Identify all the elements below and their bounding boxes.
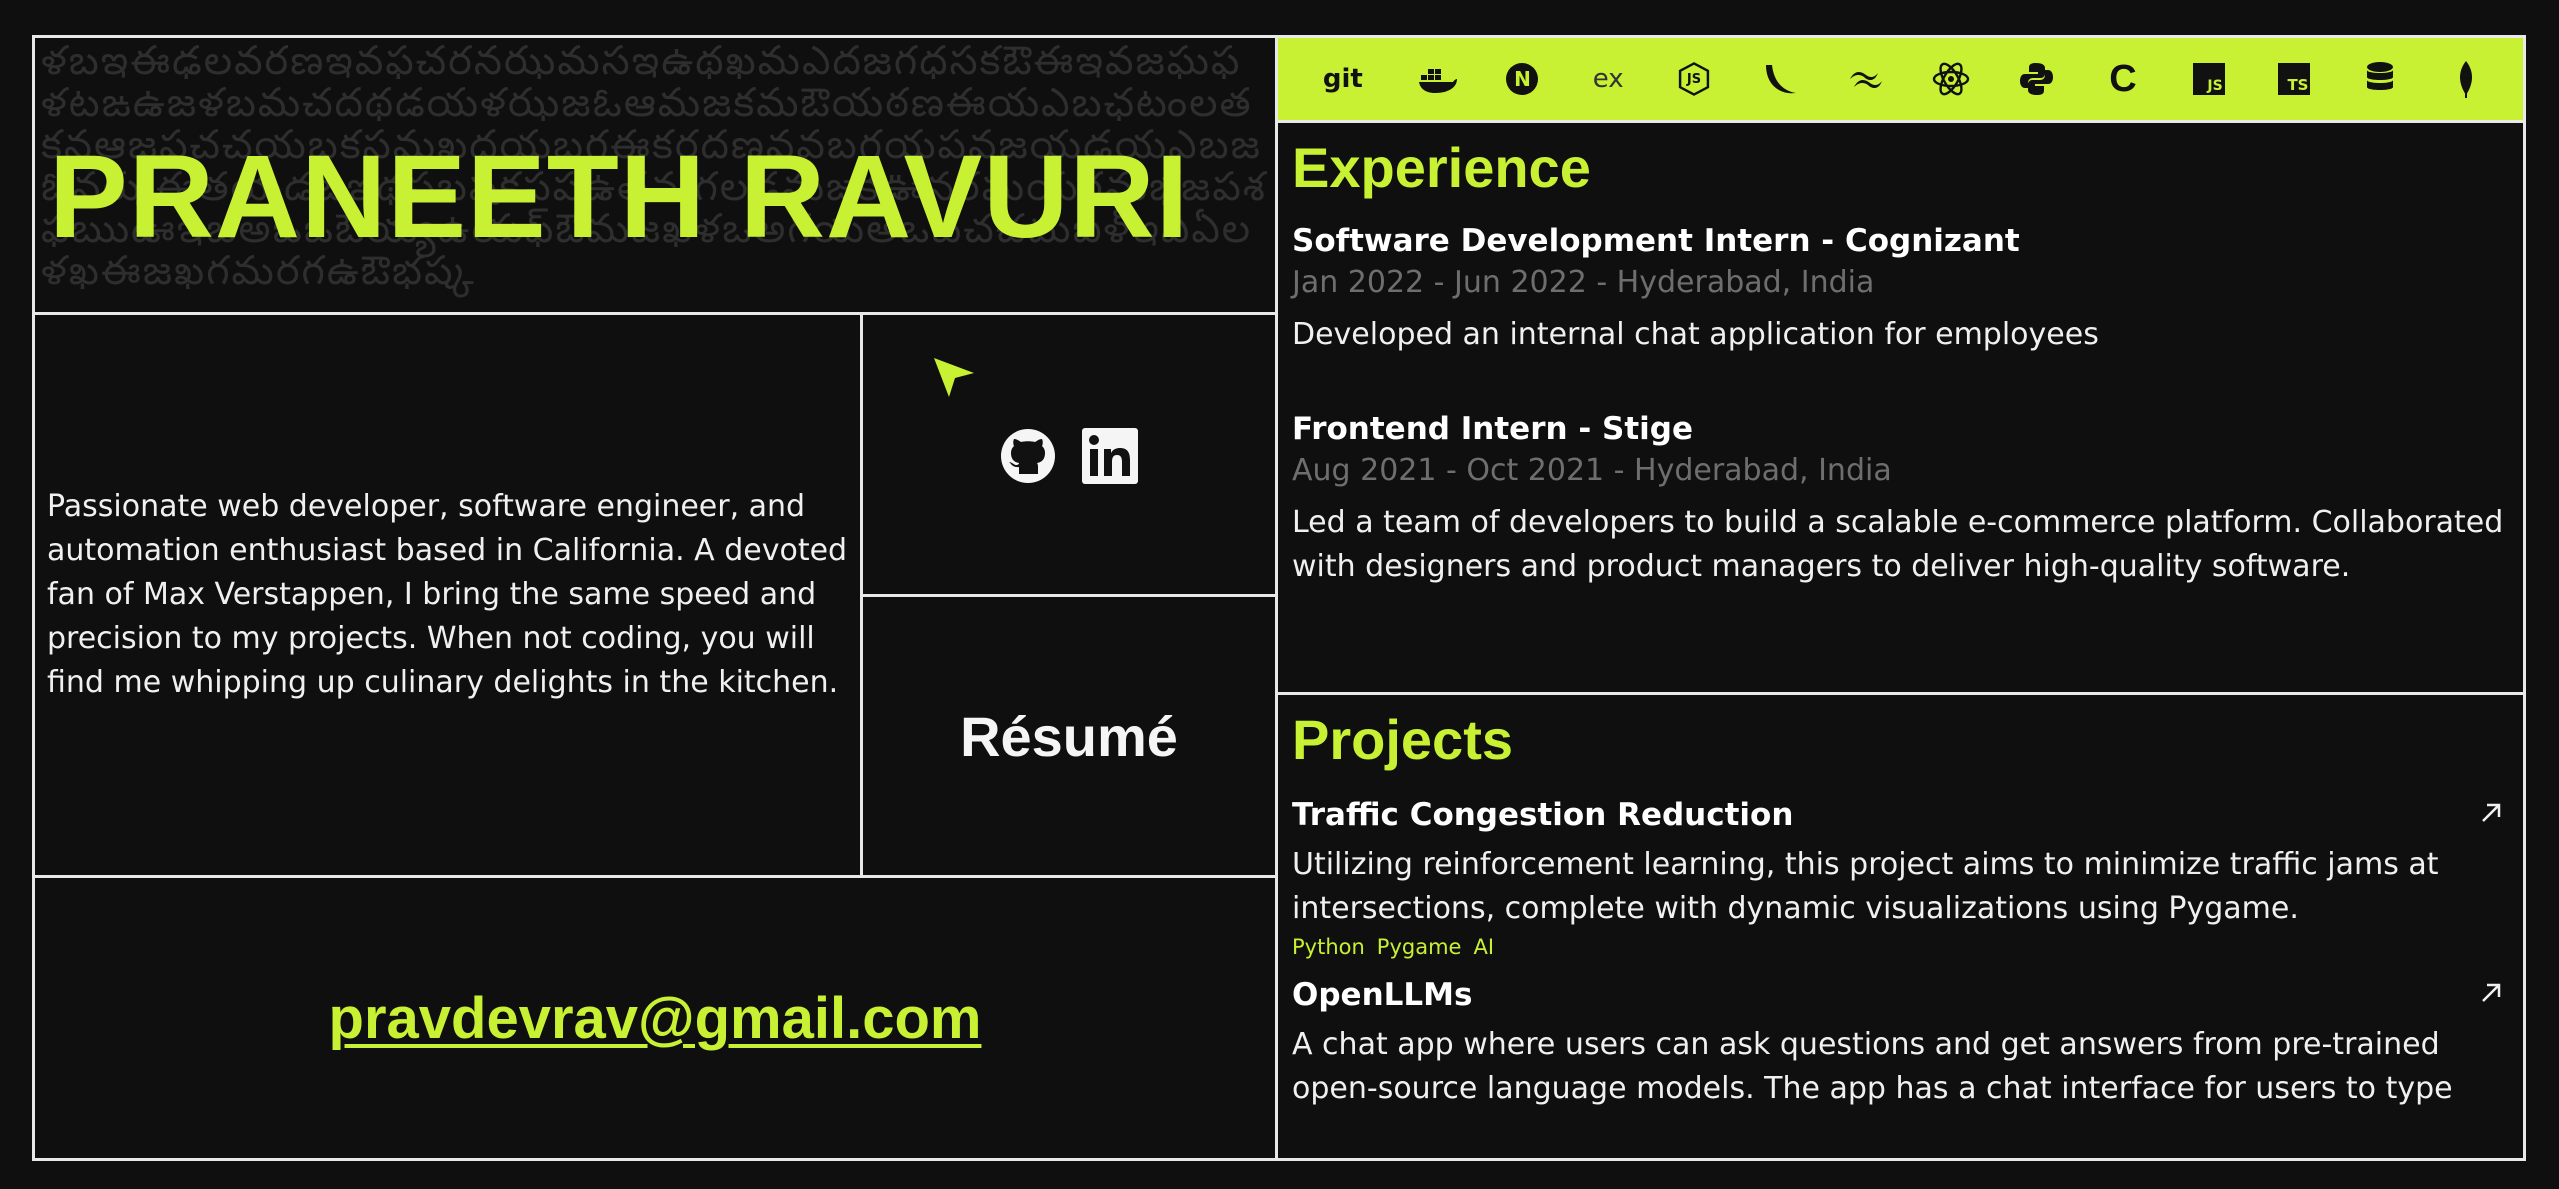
github-link[interactable] <box>999 427 1057 485</box>
express-icon: ex <box>1592 64 1624 94</box>
typescript-label: TS <box>2278 63 2311 95</box>
c-icon: C <box>2109 57 2137 100</box>
javascript-label: JS <box>2192 63 2225 95</box>
projects-section: Projects Traffic Congestion Reduction Ut… <box>1278 695 2523 1158</box>
nextjs-letter: N <box>1506 63 1539 95</box>
resume-label: Résumé <box>960 704 1178 768</box>
react-icon <box>1933 62 1970 96</box>
email-link[interactable]: pravdevrav@gmail.com <box>329 985 982 1052</box>
name-block: ళబఇఈఢలవరణఇవఫచరనఝమసఇఉథఖమఎదజగధసకఔఈఇవజఘఫళటఙ… <box>35 38 1275 312</box>
nodejs-label: JS <box>1686 71 1702 87</box>
bio-section: Passionate web developer, software engin… <box>35 315 860 875</box>
docker-icon <box>1418 69 1457 93</box>
project-tag: Python <box>1292 935 1365 959</box>
bio-text: Passionate web developer, software engin… <box>47 489 848 700</box>
job-description: Led a team of developers to build a scal… <box>1292 505 2504 584</box>
javascript-icon: JS <box>2187 57 2231 101</box>
job-description: Developed an internal chat application f… <box>1292 317 2099 352</box>
job-title: Frontend Intern - Stige <box>1292 411 1693 447</box>
mongodb-icon <box>2460 61 2473 98</box>
project-title: OpenLLMs <box>1292 977 1473 1013</box>
external-link-icon[interactable] <box>2477 979 2505 1007</box>
github-icon[interactable] <box>999 427 1057 485</box>
project-tags: Python Pygame AI <box>1292 935 2509 959</box>
job-title: Software Development Intern - Cognizant <box>1292 223 2020 259</box>
python-icon <box>2020 63 2054 95</box>
project-card[interactable]: Traffic Congestion Reduction Utilizing r… <box>1292 793 2509 959</box>
external-link-icon[interactable] <box>2477 799 2505 827</box>
typescript-icon: TS <box>2272 57 2316 101</box>
project-description: Utilizing reinforcement learning, this p… <box>1292 847 2439 926</box>
linkedin-icon[interactable] <box>1081 427 1139 485</box>
bash-icon <box>1765 65 1796 94</box>
tech-stack-bar: git N ex JS C JS TS <box>1278 38 2523 120</box>
cursor-arrow-icon <box>934 358 974 397</box>
email-section: pravdevrav@gmail.com <box>35 878 1275 1158</box>
project-tag: Pygame <box>1376 935 1462 959</box>
list-item: Software Development Intern - Cognizant … <box>1292 219 2509 357</box>
project-title: Traffic Congestion Reduction <box>1292 797 1794 833</box>
tailwind-icon <box>1849 71 1882 89</box>
database-icon <box>2367 62 2394 90</box>
social-links <box>863 315 1275 594</box>
nodejs-icon: JS <box>1672 57 1716 101</box>
list-item: Frontend Intern - Stige Aug 2021 - Oct 2… <box>1292 407 2509 589</box>
project-description: A chat app where users can ask questions… <box>1292 1027 2453 1106</box>
experience-section: Experience Software Development Intern -… <box>1278 123 2523 692</box>
nextjs-icon: N <box>1500 57 1544 101</box>
resume-button[interactable]: Résumé <box>863 597 1275 875</box>
job-meta: Jan 2022 - Jun 2022 - Hyderabad, India <box>1292 265 1875 300</box>
git-icon: git <box>1322 64 1363 94</box>
project-tag: AI <box>1473 935 1495 959</box>
job-meta: Aug 2021 - Oct 2021 - Hyderabad, India <box>1292 453 1892 488</box>
social-icons-row <box>863 427 1275 485</box>
page-title: PRANEETH RAVURI <box>49 131 1190 263</box>
linkedin-link[interactable] <box>1081 427 1139 485</box>
project-card[interactable]: OpenLLMs A chat app where users can ask … <box>1292 973 2509 1111</box>
projects-heading: Projects <box>1292 708 1513 771</box>
experience-heading: Experience <box>1292 136 1591 199</box>
